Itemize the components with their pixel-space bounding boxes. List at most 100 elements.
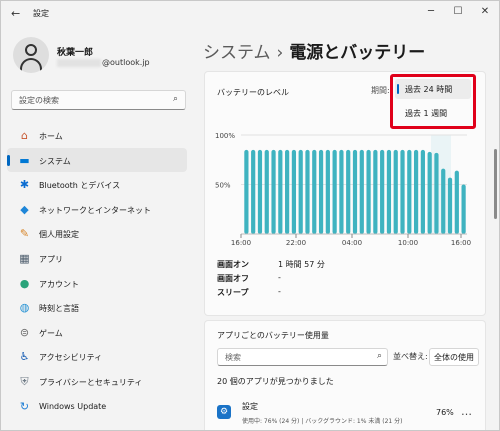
- sidebar-item-label: アカウント: [39, 279, 79, 289]
- gamepad-icon: ⊜: [19, 325, 30, 339]
- more-options-icon[interactable]: …: [461, 405, 473, 418]
- sidebar-item-brush[interactable]: ✎ 個人用設定: [7, 221, 187, 246]
- shield-icon: ⛨: [20, 374, 29, 388]
- sidebar-item-label: アクセシビリティ: [39, 353, 103, 363]
- app-usage-percent: 76%: [436, 408, 454, 417]
- account-icon: ●: [19, 276, 30, 290]
- selected-indicator: [397, 84, 399, 94]
- sidebar-item-wifi[interactable]: ◆ ネットワークとインターネット: [7, 197, 187, 222]
- sort-value: 全体の使用: [434, 353, 474, 362]
- battery-bar: [325, 149, 330, 234]
- sort-label: 並べ替え:: [393, 352, 428, 361]
- x-tick-label: 10:00: [398, 239, 418, 247]
- sidebar-item-account[interactable]: ● アカウント: [7, 271, 187, 296]
- minimize-button[interactable]: ─: [421, 4, 441, 20]
- sidebar-item-globe-clock[interactable]: ◍ 時刻と言語: [7, 295, 187, 320]
- breadcrumb-separator: ›: [276, 43, 284, 63]
- battery-bar: [305, 149, 310, 234]
- sidebar-item-home[interactable]: ⌂ ホーム: [7, 123, 187, 148]
- app-search-placeholder: 検索: [225, 353, 241, 362]
- battery-bar: [251, 149, 256, 234]
- update-icon: ↻: [19, 399, 30, 413]
- sidebar-item-apps[interactable]: ▦ アプリ: [7, 246, 187, 271]
- sidebar-item-accessibility[interactable]: ♿ アクセシビリティ: [7, 344, 187, 369]
- period-option[interactable]: 過去 24 時間: [395, 79, 471, 99]
- sidebar-item-label: ホーム: [39, 132, 63, 141]
- battery-bar: [373, 149, 378, 234]
- battery-bar: [380, 149, 385, 234]
- monitor-icon: ▬: [19, 153, 30, 167]
- battery-bar: [346, 149, 351, 234]
- settings-search-input[interactable]: 設定の検索 ⌕: [11, 90, 186, 110]
- sort-select[interactable]: 全体の使用: [429, 348, 479, 366]
- app-title: 設定: [33, 9, 49, 18]
- close-button[interactable]: ✕: [475, 4, 495, 20]
- stat-label: スリープ: [217, 288, 249, 297]
- app-battery-usage-card: アプリごとのバッテリー使用量 検索 ⌕ 並べ替え: 全体の使用 20 個のアプリ…: [204, 320, 487, 430]
- user-email: @outlook.jp: [57, 58, 150, 67]
- battery-bar: [454, 170, 459, 234]
- search-placeholder: 設定の検索: [19, 96, 59, 105]
- sidebar-item-bluetooth[interactable]: ✱ Bluetooth とデバイス: [7, 172, 187, 197]
- scrollbar[interactable]: [494, 149, 497, 219]
- app-search-input[interactable]: 検索 ⌕: [217, 348, 388, 366]
- search-icon: ⌕: [172, 94, 178, 104]
- breadcrumb: システム › 電源とバッテリー: [203, 38, 425, 63]
- title-bar: ← 設定 ─ ☐ ✕: [1, 1, 499, 27]
- battery-bar: [366, 149, 371, 234]
- app-row[interactable]: ⚙ 設定 使用中: 76% (24 分) | バックグラウンド: 1% 未満 (…: [205, 396, 487, 430]
- battery-bar: [332, 149, 337, 234]
- stat-value: -: [278, 287, 281, 296]
- period-dropdown[interactable]: 過去 24 時間過去 1 週間: [390, 74, 476, 129]
- email-redaction: [57, 58, 101, 67]
- battery-bar: [257, 149, 263, 234]
- sidebar-item-monitor[interactable]: ▬ システム: [7, 147, 187, 173]
- x-tick-label: 16:00: [451, 239, 471, 247]
- globe-clock-icon: ◍: [19, 301, 30, 315]
- battery-bar: [298, 149, 303, 234]
- battery-bar: [386, 149, 392, 234]
- battery-bar: [244, 149, 249, 234]
- back-arrow-icon[interactable]: ←: [11, 7, 25, 21]
- battery-bar: [285, 149, 290, 234]
- x-tick-label: 04:00: [342, 239, 362, 247]
- battery-bar: [359, 149, 364, 234]
- sidebar-item-shield[interactable]: ⛨ プライバシーとセキュリティ: [7, 369, 187, 394]
- sidebar-item-update[interactable]: ↻ Windows Update: [7, 394, 187, 419]
- battery-bar: [352, 149, 358, 234]
- app-name: 設定: [242, 402, 258, 411]
- period-option-label: 過去 1 週間: [405, 109, 448, 118]
- sidebar-item-label: Bluetooth とデバイス: [39, 181, 121, 191]
- search-icon: ⌕: [376, 351, 382, 361]
- battery-bar: [318, 149, 324, 234]
- person-icon: [25, 44, 37, 56]
- battery-bar: [427, 151, 432, 234]
- battery-bar: [407, 149, 412, 234]
- stat-value: -: [278, 273, 281, 282]
- maximize-button[interactable]: ☐: [448, 4, 468, 20]
- battery-bar: [434, 152, 439, 234]
- sidebar-item-gamepad[interactable]: ⊜ ゲーム: [7, 320, 187, 345]
- battery-bar: [271, 149, 276, 234]
- apps-count: 20 個のアプリが見つかりました: [217, 377, 334, 386]
- email-suffix: @outlook.jp: [102, 58, 150, 67]
- y-tick-label: 100%: [215, 132, 235, 140]
- settings-gear-icon: ⚙: [217, 405, 231, 419]
- sidebar-item-label: ネットワークとインターネット: [39, 205, 151, 215]
- sidebar: 秋葉一郎 @outlook.jp 設定の検索 ⌕ ⌂ ホーム ▬ システム ✱ Bluet…: [1, 27, 196, 430]
- avatar[interactable]: [13, 37, 49, 73]
- breadcrumb-system[interactable]: システム: [203, 43, 271, 63]
- battery-bar: [312, 149, 317, 234]
- battery-bar: [264, 149, 269, 234]
- sidebar-item-label: 時刻と言語: [39, 304, 79, 314]
- battery-bar: [413, 149, 419, 234]
- battery-bar: [278, 149, 283, 234]
- y-tick-label: 50%: [215, 182, 231, 190]
- bluetooth-icon: ✱: [19, 178, 30, 192]
- sidebar-nav: ⌂ ホーム ▬ システム ✱ Bluetooth とデバイス ◆ ネットワークとインターネット…: [7, 123, 187, 418]
- app-usage-detail: 使用中: 76% (24 分) | バックグラウンド: 1% 未満 (21 分): [242, 418, 403, 425]
- period-option[interactable]: 過去 1 週間: [395, 103, 471, 123]
- battery-bar: [291, 149, 297, 234]
- x-tick-label: 16:00: [231, 239, 251, 247]
- x-tick-label: 22:00: [286, 239, 306, 247]
